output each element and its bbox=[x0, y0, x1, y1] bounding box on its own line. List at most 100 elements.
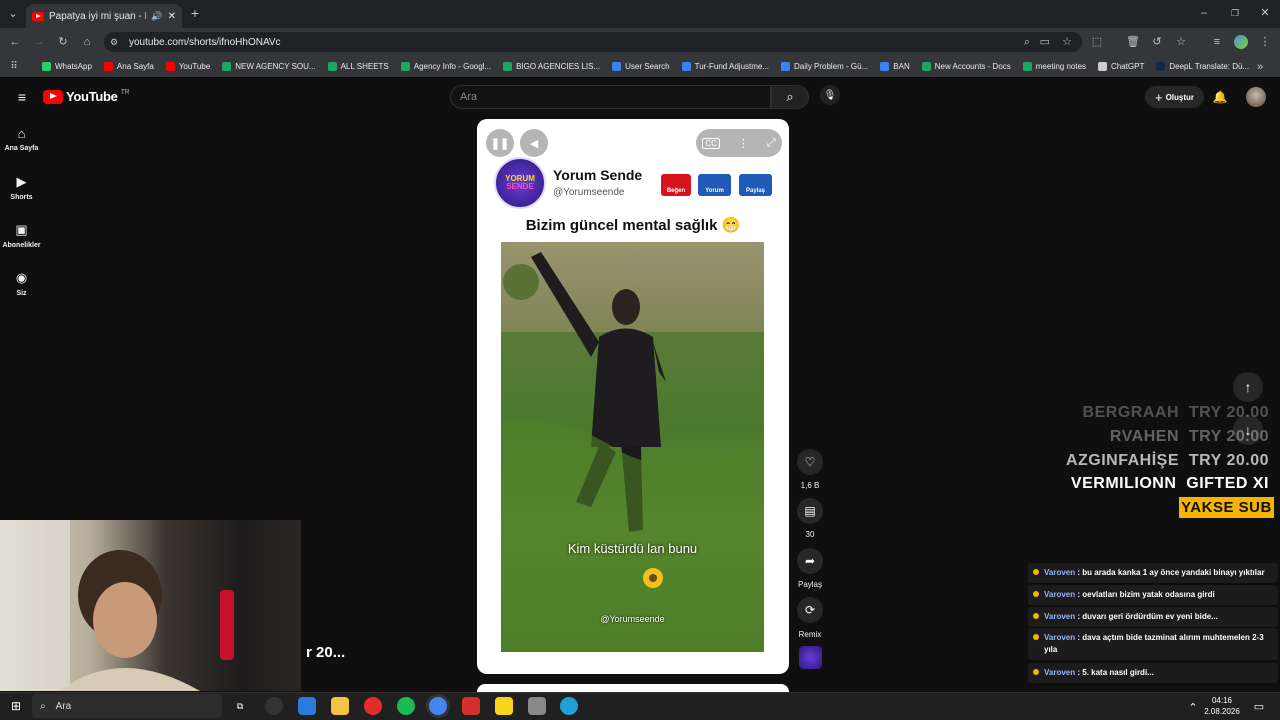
bookmark-item[interactable]: Ana Sayfa bbox=[98, 62, 160, 71]
bookmark-favicon-icon bbox=[103, 62, 113, 71]
bookmark-item[interactable]: BIGO AGENCIES LIS... bbox=[497, 62, 606, 71]
history-icon[interactable]: ↺ bbox=[1150, 35, 1164, 49]
restore-icon[interactable]: ❐ bbox=[1228, 6, 1242, 20]
bookmark-item[interactable]: Daily Problem - Gü... bbox=[775, 62, 874, 71]
window-close-icon[interactable]: ✕ bbox=[1258, 6, 1272, 20]
bookmark-item[interactable]: WhatsApp bbox=[36, 62, 98, 71]
chrome-icon[interactable] bbox=[429, 697, 447, 715]
nav-shorts[interactable]: ▶ Shorts bbox=[0, 174, 43, 201]
remix-button[interactable]: ⟳ bbox=[797, 597, 823, 623]
search-button[interactable]: ⌕ bbox=[771, 85, 809, 109]
home-browser-icon[interactable]: ⌂ bbox=[80, 35, 94, 49]
reload-icon[interactable]: ↻ bbox=[56, 35, 70, 49]
bookmark-item[interactable]: DeepL Translate: Dü... bbox=[1150, 62, 1255, 71]
tab-title: Papatya iyi mi şuan - Komik bbox=[49, 10, 146, 22]
trash-icon[interactable]: 🗑 bbox=[1126, 35, 1140, 49]
more-options-icon[interactable]: ⋮ bbox=[738, 137, 749, 150]
bookmark-item[interactable]: NEW AGENCY SOU... bbox=[216, 62, 321, 71]
app-icon[interactable] bbox=[528, 697, 546, 715]
sticky-notes-icon[interactable] bbox=[495, 697, 513, 715]
comment-count: 30 bbox=[805, 530, 815, 539]
tray-overflow-icon[interactable]: ⌃ bbox=[1186, 701, 1200, 715]
bookmark-label: Tur-Fund Adjustme... bbox=[694, 62, 770, 71]
file-explorer-icon[interactable] bbox=[331, 697, 349, 715]
app-icon[interactable] bbox=[462, 697, 480, 715]
tab-search-icon[interactable]: ⌄ bbox=[6, 7, 20, 21]
nav-home[interactable]: ⌂ Ana Sayfa bbox=[0, 126, 43, 152]
channel-logo[interactable]: YORUM SENDE bbox=[494, 157, 546, 209]
zoom-icon[interactable]: ⌕ bbox=[1024, 35, 1030, 49]
cast-icon[interactable]: ▭ bbox=[1040, 35, 1050, 49]
volume-button[interactable]: ◀ bbox=[520, 129, 548, 157]
channel-name[interactable]: Yorum Sende bbox=[553, 167, 642, 183]
bookmark-item[interactable]: BAN bbox=[874, 62, 915, 71]
bookmark-item[interactable]: Tur-Fund Adjustme... bbox=[676, 62, 775, 71]
taskbar-search-icon: ⌕ bbox=[40, 700, 46, 712]
notifications-bell-icon[interactable]: 🔔 bbox=[1212, 90, 1228, 104]
browser-menu-icon[interactable]: ⋮ bbox=[1258, 35, 1272, 49]
video-watermark: @Yorumseende bbox=[600, 614, 665, 624]
bookmark-item[interactable]: New Accounts - Docs bbox=[916, 62, 1017, 71]
app-icon[interactable] bbox=[298, 697, 316, 715]
donation-name: RVAHEN bbox=[1109, 428, 1179, 445]
previous-short-button[interactable]: ↑ bbox=[1233, 372, 1263, 402]
notification-center-icon[interactable]: ▭ bbox=[1252, 700, 1266, 714]
captions-icon[interactable]: CC bbox=[702, 137, 720, 149]
next-short-card[interactable] bbox=[477, 684, 789, 692]
bookmark-item[interactable]: Agency Info - Googl... bbox=[395, 62, 497, 71]
share-icon: ➦ bbox=[804, 554, 816, 568]
site-info-icon[interactable]: ⚙ bbox=[110, 35, 118, 49]
tab-close-icon[interactable]: ✕ bbox=[168, 11, 176, 22]
apps-grid-icon[interactable]: ⠿ bbox=[8, 60, 20, 74]
voice-search-button[interactable]: 🎙 bbox=[820, 85, 840, 105]
sound-channel-thumb[interactable] bbox=[799, 646, 822, 669]
forward-icon[interactable]: → bbox=[32, 35, 46, 49]
create-button[interactable]: + Oluştur bbox=[1145, 86, 1204, 108]
like-button[interactable]: ♡ bbox=[797, 449, 823, 475]
fullscreen-icon[interactable]: ⤢ bbox=[767, 137, 776, 150]
start-windows-icon[interactable]: ⊞ bbox=[7, 697, 25, 715]
pause-button[interactable]: ❚❚ bbox=[486, 129, 514, 157]
search-input[interactable]: Ara bbox=[450, 85, 771, 109]
browser-tab-active[interactable]: Papatya iyi mi şuan - Komik 🔊 ✕ bbox=[26, 4, 182, 28]
nav-you[interactable]: ◉ Siz bbox=[0, 270, 43, 297]
favorites-icon[interactable]: ☆ bbox=[1174, 35, 1188, 49]
subscriptions-icon: ▣ bbox=[15, 222, 28, 237]
hamburger-menu-icon[interactable]: ≡ bbox=[14, 90, 30, 104]
app-icon[interactable] bbox=[265, 697, 283, 715]
tab-audio-icon[interactable]: 🔊 bbox=[151, 11, 162, 22]
taskbar-search[interactable]: ⌕ Ara bbox=[32, 694, 222, 718]
media-icon[interactable]: ≡ bbox=[1210, 35, 1224, 49]
task-view-icon[interactable]: ⧉ bbox=[231, 697, 249, 715]
new-tab-icon[interactable]: + bbox=[188, 6, 202, 20]
bookmark-item[interactable]: YouTube bbox=[160, 62, 216, 71]
spotify-icon[interactable] bbox=[397, 697, 415, 715]
bookmark-star-icon[interactable]: ☆ bbox=[1062, 35, 1072, 49]
chat-text: duvarı geri ördürdüm ev yeni bide... bbox=[1082, 612, 1218, 621]
youtube-logo-icon bbox=[43, 89, 63, 104]
media-player-icon[interactable] bbox=[364, 697, 382, 715]
system-clock[interactable]: 04:16 2.08.2026 bbox=[1200, 695, 1244, 717]
remix-label: Remix bbox=[798, 630, 822, 639]
comment-button[interactable]: ▤ bbox=[797, 498, 823, 524]
channel-handle: @Yorumseende bbox=[553, 187, 625, 198]
bookmark-item[interactable]: ALL SHEETS bbox=[322, 62, 395, 71]
edge-icon[interactable] bbox=[560, 697, 578, 715]
profile-avatar[interactable] bbox=[1234, 35, 1248, 49]
account-avatar[interactable] bbox=[1246, 87, 1266, 107]
bookmark-item[interactable]: User Search bbox=[606, 62, 675, 71]
bookmark-item[interactable]: ChatGPT bbox=[1092, 62, 1150, 71]
bookmark-label: DeepL Translate: Dü... bbox=[1169, 62, 1250, 71]
extensions-icon[interactable]: ⬚ bbox=[1090, 35, 1104, 49]
minimize-icon[interactable]: – bbox=[1197, 6, 1211, 20]
donation-name: AZGINFAHİŞE bbox=[1065, 452, 1179, 469]
video-frame[interactable] bbox=[501, 242, 764, 652]
youtube-logo[interactable]: YouTube TR bbox=[43, 89, 130, 104]
donation-amount: TRY 20.00 bbox=[1188, 428, 1269, 445]
more-bookmarks-icon[interactable]: » bbox=[1254, 60, 1266, 74]
back-icon[interactable]: ← bbox=[8, 35, 22, 49]
bookmark-item[interactable]: meeting notes bbox=[1017, 62, 1092, 71]
nav-subscriptions[interactable]: ▣ Abonelikler bbox=[0, 222, 43, 249]
share-button[interactable]: ➦ bbox=[797, 548, 823, 574]
address-bar[interactable]: ⚙ youtube.com/shorts/ifnoHhONAVc ⌕ ▭ ☆ bbox=[104, 32, 1082, 52]
